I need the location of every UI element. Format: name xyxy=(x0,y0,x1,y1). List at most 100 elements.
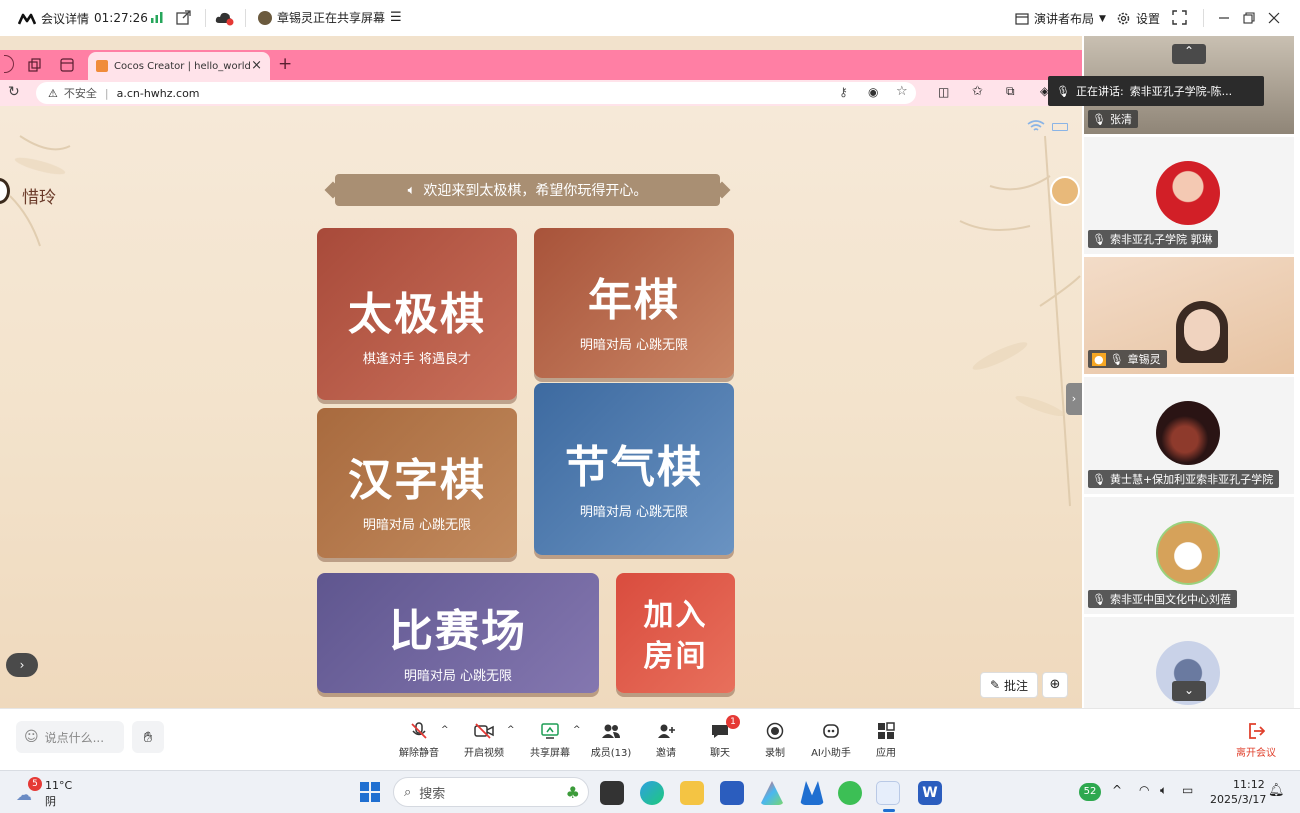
weather-widget[interactable]: ☁ 5 11°C 阴 xyxy=(16,777,96,808)
key-icon[interactable]: ⚷ xyxy=(839,85,848,99)
tray-app-badge[interactable]: 52 xyxy=(1079,783,1101,801)
restore-icon[interactable] xyxy=(1243,12,1255,24)
zoom-in-icon[interactable]: ⊕ xyxy=(1042,672,1068,698)
apps-button[interactable]: 应用 xyxy=(856,721,916,759)
tile-subtitle: 明暗对局 心跳无限 xyxy=(362,518,472,533)
layout-selector[interactable]: 演讲者布局 ▼ xyxy=(1015,10,1106,27)
participant-card[interactable]: ● 🎙︎ 章锡灵 xyxy=(1084,257,1294,374)
taskbar-search[interactable]: ⌕ 搜索 ♣ xyxy=(393,777,589,807)
participant-name: 张清 xyxy=(1109,113,1132,126)
meeting-app-icon[interactable] xyxy=(800,781,824,805)
leave-meeting-button[interactable]: 离开会议 xyxy=(1226,721,1286,759)
windows-start-icon[interactable] xyxy=(359,781,381,803)
tile-subtitle: 棋逢对手 将遇良才 xyxy=(362,352,472,367)
tile-hanzi-chess[interactable]: 汉字棋 明暗对局 心跳无限 xyxy=(317,408,517,558)
chat-input[interactable]: ☺ 说点什么... xyxy=(16,721,124,753)
tile-solar-term-chess[interactable]: 节气棋 明暗对局 心跳无限 xyxy=(534,383,734,555)
clock-date[interactable]: 2025/3/17 xyxy=(1210,793,1266,806)
members-label: 成员(13) xyxy=(590,748,632,759)
meeting-details-label: 会议详情 xyxy=(41,12,90,26)
video-button[interactable]: 开启视频 xyxy=(454,721,514,759)
game-canvas: 惜玲 🔈︎ 欢迎来到太极棋，希望你玩得开心。 太极棋 棋逢对手 将遇良才 年棋 … xyxy=(0,106,1082,708)
search-icon: ⌕ xyxy=(404,784,412,800)
network-icon[interactable]: ◠ xyxy=(1139,783,1149,797)
new-tab-icon[interactable]: + xyxy=(278,54,292,74)
tile-join-room[interactable]: 加入 房间 xyxy=(616,573,735,693)
tray-overflow-icon[interactable]: ^ xyxy=(1112,783,1122,797)
raise-hand-icon[interactable]: ✋︎ xyxy=(132,721,164,753)
collapse-sidebar-button[interactable]: › xyxy=(1066,383,1082,415)
task-view-icon[interactable] xyxy=(600,781,624,805)
profile-icon[interactable] xyxy=(4,55,14,73)
chevron-up-icon[interactable]: ^ xyxy=(573,725,581,735)
scroll-up-button[interactable]: ⌃ xyxy=(1172,44,1206,64)
tencent-meeting-taskbar-icon[interactable] xyxy=(876,781,900,805)
annotate-button[interactable]: ✎ 批注 xyxy=(980,672,1038,698)
warning-icon: ⚠ xyxy=(48,86,58,100)
welcome-banner: 🔈︎ 欢迎来到太极棋，希望你玩得开心。 xyxy=(324,174,731,206)
invite-button[interactable]: 邀请 xyxy=(636,721,696,759)
tile-arena[interactable]: 比赛场 明暗对局 心跳无限 xyxy=(317,573,599,693)
clock-time[interactable]: 11:12 xyxy=(1233,778,1265,791)
settings-button[interactable]: 设置 xyxy=(1116,10,1160,27)
ai-assistant-button[interactable]: AI小助手 xyxy=(801,721,861,759)
copilot-icon[interactable] xyxy=(760,781,784,805)
speaking-name: 索非亚孔子学院-陈... xyxy=(1129,85,1233,98)
tile-title-line1: 加入 xyxy=(643,598,708,633)
fullscreen-icon[interactable] xyxy=(1172,10,1187,25)
store-icon[interactable] xyxy=(720,781,744,805)
list-icon: ☰ xyxy=(390,10,402,25)
battery-tray-icon[interactable]: ▭ xyxy=(1182,783,1193,797)
collections-icon[interactable]: ⧉ xyxy=(1006,84,1015,99)
signal-strength-icon[interactable] xyxy=(150,11,164,23)
unmute-button[interactable]: 解除静音 xyxy=(389,721,449,759)
notification-bell-icon[interactable]: 🔔︎ xyxy=(1268,783,1285,798)
chevron-down-icon: ▼ xyxy=(1099,13,1106,24)
meeting-details-button[interactable]: 会议详情 xyxy=(18,10,89,27)
browser-tab[interactable]: Cocos Creator | hello_world × xyxy=(88,52,270,80)
chevron-up-icon[interactable]: ^ xyxy=(441,725,449,735)
file-explorer-icon[interactable] xyxy=(680,781,704,805)
tab-title: Cocos Creator | hello_world xyxy=(114,60,251,72)
chevron-up-icon[interactable]: ^ xyxy=(507,725,515,735)
participant-card[interactable]: 🎙︎ 黄士慧+保加利亚索非亚孔子学院 xyxy=(1084,377,1294,494)
wechat-icon[interactable] xyxy=(838,781,862,805)
close-icon[interactable] xyxy=(1268,12,1280,24)
browser-essentials-icon[interactable]: ◉ xyxy=(868,85,878,99)
sharing-status[interactable]: 章锡灵正在共享屏幕 ☰ xyxy=(258,9,402,26)
popout-icon[interactable] xyxy=(176,10,191,25)
split-screen-icon[interactable]: ◫ xyxy=(938,85,949,99)
chat-button[interactable]: 1 聊天 xyxy=(690,715,750,759)
cloud-record-icon[interactable] xyxy=(215,10,235,26)
layout-label: 演讲者布局 xyxy=(1034,12,1095,26)
edge-browser-icon[interactable] xyxy=(640,781,664,805)
reload-icon[interactable]: ↻ xyxy=(8,84,20,100)
workspaces-icon[interactable] xyxy=(28,58,42,72)
favorite-star-icon[interactable]: ☆ xyxy=(896,84,908,99)
minimize-icon[interactable] xyxy=(1218,12,1230,24)
ai-label: AI小助手 xyxy=(811,748,851,759)
tab-close-icon[interactable]: × xyxy=(251,58,262,73)
game-settings-icon[interactable] xyxy=(1050,176,1080,206)
participant-card[interactable]: 🎙︎ 索非亚孔子学院 郭琳 xyxy=(1084,137,1294,254)
expand-left-panel-button[interactable]: › xyxy=(6,653,38,677)
pen-icon: ✎ xyxy=(989,678,1001,692)
members-button[interactable]: 成员(13) xyxy=(581,721,641,759)
share-screen-button[interactable]: 共享屏幕 xyxy=(520,721,580,759)
participant-label: 🎙︎ 索非亚孔子学院 郭琳 xyxy=(1088,230,1219,248)
participant-card[interactable]: ⌄ xyxy=(1084,617,1294,708)
url-text: a.cn-hwhz.com xyxy=(116,86,200,100)
address-field[interactable]: ⚠ 不安全 | a.cn-hwhz.com ⚷ ◉ ☆ xyxy=(36,82,916,104)
muted-mic-icon xyxy=(411,722,427,739)
scroll-down-button[interactable]: ⌄ xyxy=(1172,681,1206,701)
tile-taiji-chess[interactable]: 太极棋 棋逢对手 将遇良才 xyxy=(317,228,517,400)
tab-actions-icon[interactable] xyxy=(60,58,74,72)
record-button[interactable]: 录制 xyxy=(745,721,805,759)
tile-year-chess[interactable]: 年棋 明暗对局 心跳无限 xyxy=(534,228,734,378)
participant-card[interactable]: 🎙︎ 索非亚中国文化中心刘蓓 xyxy=(1084,497,1294,614)
volume-icon[interactable]: 🔈︎ xyxy=(1160,783,1167,798)
invite-icon xyxy=(658,724,675,738)
favorites-icon[interactable]: ✩ xyxy=(972,84,983,99)
active-app-indicator xyxy=(883,809,895,812)
word-icon[interactable]: W xyxy=(918,781,942,805)
